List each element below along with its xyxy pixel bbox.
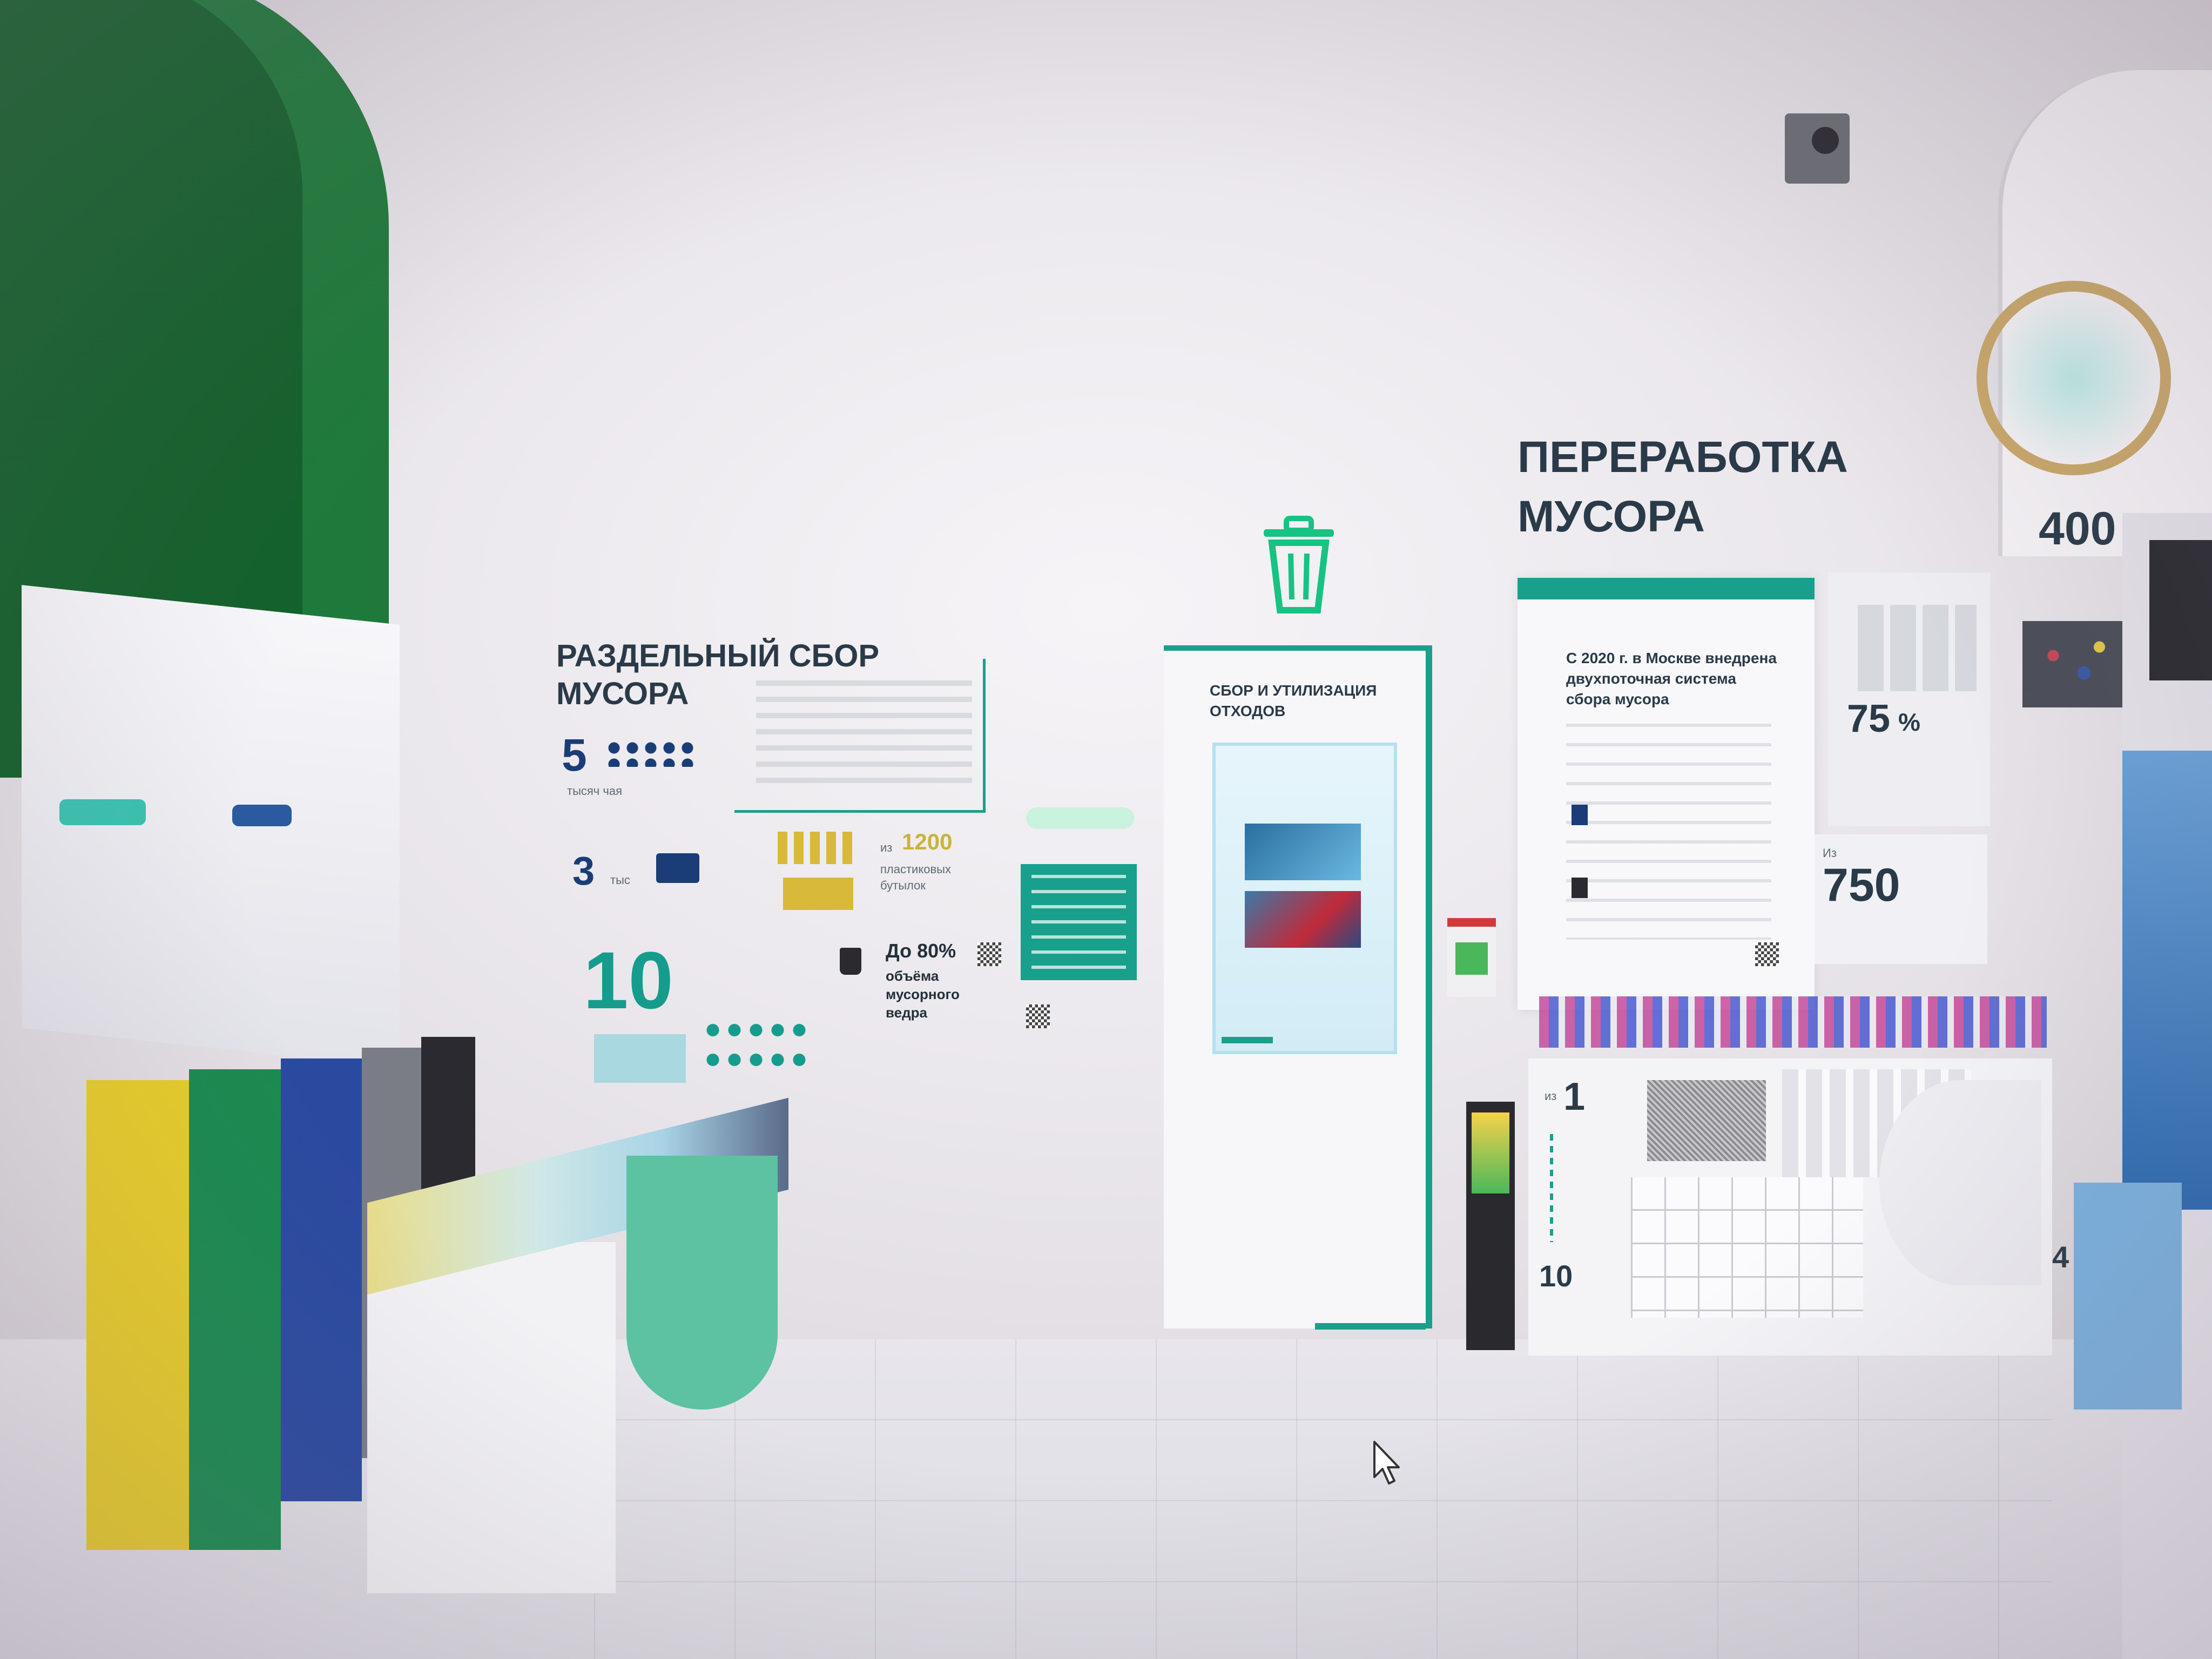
stat-3-caption: тыс (610, 873, 630, 887)
stat-3-value: 3 (572, 848, 595, 893)
middle-panel-title: СБОР И УТИЛИЗАЦИЯ ОТХОДОВ (1210, 682, 1377, 719)
stat-1200-caption: пластиковых бутылок (880, 862, 951, 892)
stat-75-value: 75 (1847, 697, 1891, 740)
black-sign (2149, 540, 2212, 680)
stat-1-prefix: из (1545, 1089, 1557, 1103)
station-label-navy (232, 805, 292, 826)
left-panel-intro-text (756, 680, 972, 788)
right-card-text: С 2020 г. в Москве внедрена двухпоточная… (1566, 650, 1777, 707)
stat-75-unit: % (1898, 708, 1920, 736)
water-drops (702, 1015, 810, 1075)
qr-code-icon-2[interactable] (1026, 1004, 1050, 1028)
blue-display-lower (2074, 1183, 2182, 1410)
trash-bucket-icon (840, 948, 861, 975)
bottles-block (783, 878, 853, 910)
stat-5-dots (605, 740, 697, 767)
right-card-blue-icon (1572, 805, 1588, 825)
qr-code-icon-3[interactable] (1755, 942, 1779, 966)
door-bottom-line (1315, 1323, 1426, 1330)
bottles-icon-row (778, 832, 859, 864)
camera-lens (1812, 127, 1839, 154)
bin-yellow[interactable] (86, 1080, 189, 1550)
stat-10-value: 10 (583, 935, 673, 1026)
right-panel-title-line1: ПЕРЕРАБОТКА (1518, 433, 1848, 482)
stat-10-box (594, 1034, 686, 1083)
blue-display (2122, 751, 2212, 1210)
stat-80-caption: объёма мусорного ведра (886, 968, 960, 1021)
cartons-icon (1858, 605, 1977, 691)
stat-1-value: 1 (1563, 1075, 1586, 1118)
teal-info-card-lines (1031, 875, 1126, 969)
stat-4-value: 4 (2052, 1240, 2069, 1274)
table-teal-shape (626, 1156, 778, 1410)
stat-1200-prefix: из (880, 841, 893, 854)
sorting-table (367, 1242, 616, 1593)
wall-device-screen (1455, 942, 1488, 975)
right-card-black-icon (1572, 878, 1588, 898)
stat-5-value: 5 (562, 730, 587, 780)
stat-10-right-value: 10 (1539, 1259, 1573, 1293)
right-card-lines (1566, 724, 1771, 940)
floor-tiles (594, 1339, 2052, 1659)
screen-image-2 (1245, 891, 1361, 948)
bin-blue[interactable] (281, 1058, 362, 1501)
screen-image-1 (1245, 824, 1361, 880)
plastic-flakes-photo (2022, 621, 2125, 707)
stat-80-value: До 80% (886, 940, 956, 962)
mouse-cursor-icon (1372, 1439, 1410, 1488)
fabric-sample (1647, 1080, 1766, 1161)
screen-bottom-bar (1222, 1037, 1273, 1043)
stat-3-monitor-icon (656, 853, 699, 883)
bin-green[interactable] (189, 1069, 281, 1550)
shelf-cubes (1631, 1177, 1863, 1318)
station-backboard (22, 585, 400, 1068)
round-disc (1879, 1080, 2041, 1285)
qr-code-icon[interactable] (977, 942, 1001, 966)
mosaic-strip (1539, 996, 2047, 1048)
exhibition-scene: РАЗДЕЛЬНЫЙ СБОР МУСОРА 5 тысяч чая 3 тыс… (0, 0, 2212, 1659)
dashed-arrow (1550, 1134, 1553, 1242)
stat-400-value: 400 (2039, 503, 2116, 555)
stat-750-value: 750 (1823, 859, 1900, 911)
bicycle-wheel-icon (1977, 281, 2171, 475)
stat-1200-value: 1200 (902, 829, 953, 854)
glow-bar (1026, 807, 1134, 829)
station-label-teal (59, 799, 146, 825)
right-panel-title-line2: МУСОРА (1518, 492, 1705, 541)
trash-icon (1253, 513, 1345, 616)
battery-collector-label (1472, 1112, 1509, 1193)
stat-5-caption: тысяч чая (567, 784, 622, 798)
